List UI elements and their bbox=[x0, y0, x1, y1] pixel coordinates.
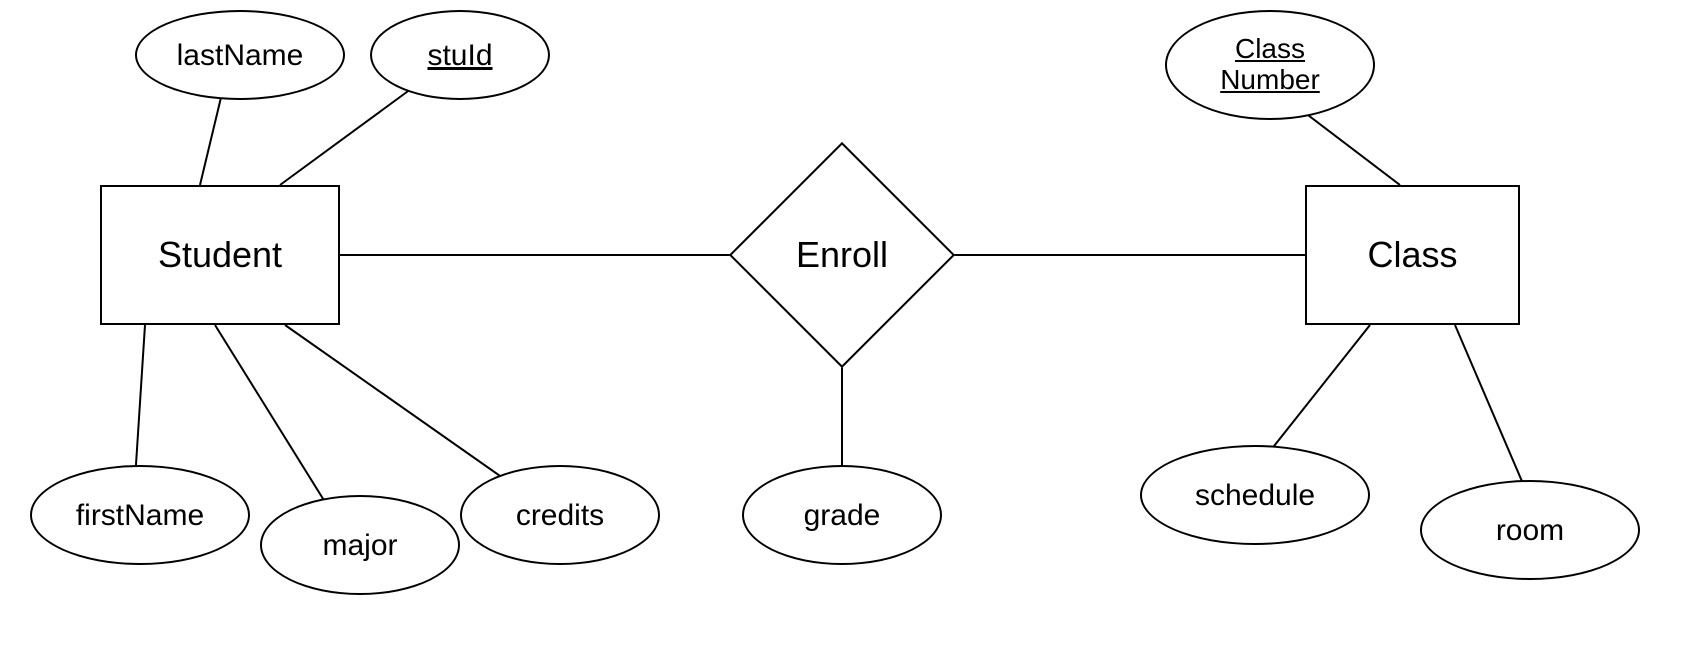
attr-firstname-label: firstName bbox=[76, 499, 204, 532]
attr-firstname: firstName bbox=[30, 465, 250, 565]
er-diagram: Student Class Enroll lastName stuId firs… bbox=[0, 0, 1705, 649]
relationship-enroll-label: Enroll bbox=[796, 234, 888, 276]
attr-classnumber: Class Number bbox=[1165, 10, 1375, 120]
attr-credits: credits bbox=[460, 465, 660, 565]
attr-schedule: schedule bbox=[1140, 445, 1370, 545]
attr-room-label: room bbox=[1496, 514, 1564, 547]
attr-major: major bbox=[260, 495, 460, 595]
attr-lastname: lastName bbox=[135, 10, 345, 100]
attr-stuid-label: stuId bbox=[427, 39, 492, 72]
attr-major-label: major bbox=[322, 529, 397, 562]
entity-class: Class bbox=[1305, 185, 1520, 325]
attr-classnumber-label: Class Number bbox=[1220, 34, 1320, 96]
attr-schedule-label: schedule bbox=[1195, 479, 1315, 512]
attr-stuid: stuId bbox=[370, 10, 550, 100]
attr-grade-label: grade bbox=[804, 499, 881, 532]
entity-student: Student bbox=[100, 185, 340, 325]
attr-room: room bbox=[1420, 480, 1640, 580]
entity-class-label: Class bbox=[1367, 234, 1457, 276]
attr-lastname-label: lastName bbox=[177, 39, 304, 72]
attr-grade: grade bbox=[742, 465, 942, 565]
attr-credits-label: credits bbox=[516, 499, 604, 532]
entity-student-label: Student bbox=[158, 234, 282, 276]
relationship-enroll: Enroll bbox=[762, 175, 922, 335]
